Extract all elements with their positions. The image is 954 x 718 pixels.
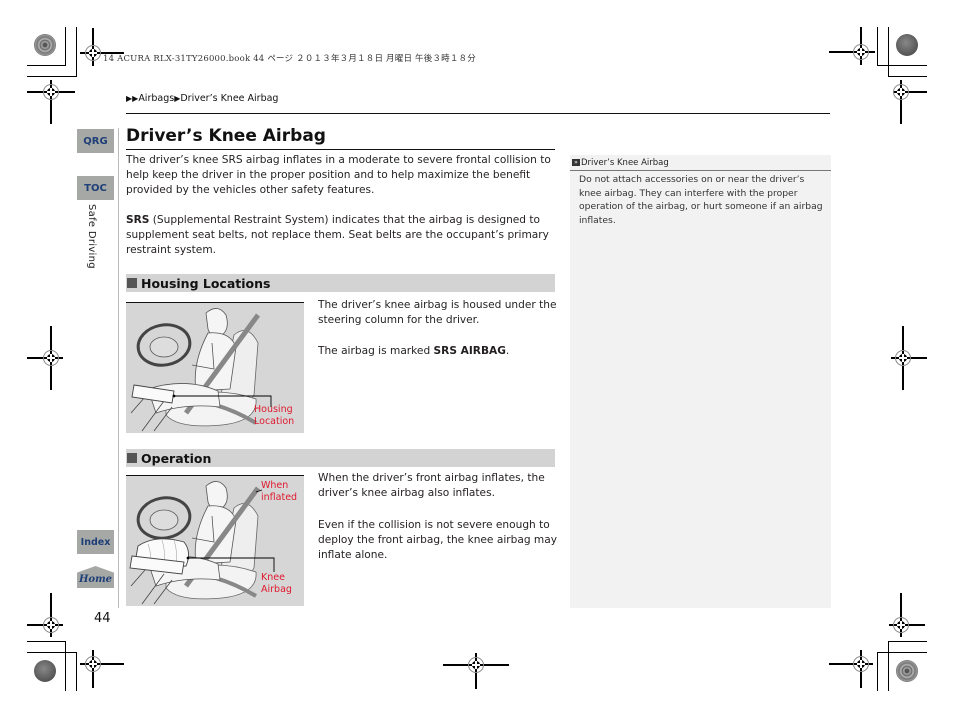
color-bar-disc [896,660,918,682]
breadcrumb-current: Driver’s Knee Airbag [180,93,279,104]
callout-line: When [261,480,289,491]
square-bullet-icon [127,278,137,288]
reference-arrow-icon: » [572,159,580,166]
callout-line: Location [254,416,295,427]
callout-when-inflated: When inflated [261,480,297,504]
page-number: 44 [94,611,111,626]
page-title: Driver’s Knee Airbag [126,126,326,146]
operation-paragraph-2: Even if the collision is not severe enou… [318,519,558,561]
housing-paragraph-2: The airbag is marked SRS AIRBAG. [318,344,558,359]
side-note: » Driver’s Knee Airbag Do not attach acc… [570,155,831,608]
color-bar-disc [34,34,56,56]
breadcrumb-link-airbags[interactable]: Airbags [138,93,174,104]
header-divider [126,113,830,115]
right-triangle-icon: ▶▶ [126,94,139,103]
home-button-label: Home [78,574,113,585]
srs-paragraph-text: (Supplemental Restraint System) indicate… [126,214,549,256]
section-tab-label[interactable]: Safe Driving [86,204,97,269]
callout-line: inflated [261,492,298,503]
section-heading: Housing Locations [141,275,271,291]
operation-illustration: When inflated Knee Airbag [126,475,304,606]
housing-paragraph-1: The driver’s knee airbag is housed under… [318,299,557,326]
side-note-text: Do not attach accessories on or near the… [579,174,823,226]
callout-line: Housing [254,404,293,415]
srs-term: SRS [126,214,150,226]
qrg-button[interactable]: QRG [77,129,114,153]
color-bar-disc [896,34,918,56]
section-heading: Operation [141,450,212,466]
toc-button[interactable]: TOC [77,176,114,200]
square-bullet-icon [127,453,137,463]
print-header: 14 ACURA RLX-31TY26000.book 44 ページ ２０１３年… [103,54,476,64]
section-header-housing-locations: Housing Locations [126,274,555,292]
srs-paragraph: SRS (Supplemental Restraint System) indi… [126,213,558,258]
callout-housing-location: Housing Location [254,404,294,428]
callout-line: Airbag [261,584,292,595]
side-note-heading[interactable]: Driver’s Knee Airbag [581,158,669,168]
housing-location-illustration: Housing Location [126,302,304,433]
callout-line: Knee [261,572,285,583]
title-underline [126,149,555,151]
operation-paragraph-1: When the driver’s front airbag inflates,… [318,472,545,499]
index-button[interactable]: Index [77,530,114,554]
srs-airbag-label: SRS AIRBAG [433,345,506,357]
intro-paragraph: The driver’s knee SRS airbag inflates in… [126,154,551,196]
home-button[interactable]: Home [77,566,114,588]
text: The airbag is marked [318,345,434,357]
breadcrumb: ▶▶Airbags▶Driver’s Knee Airbag [126,93,278,104]
color-bar-disc [34,660,56,682]
text: . [505,345,510,357]
section-header-operation: Operation [126,449,555,467]
side-note-header: » Driver’s Knee Airbag [570,155,831,171]
callout-knee-airbag: Knee Airbag [261,572,292,596]
side-divider [118,128,119,608]
